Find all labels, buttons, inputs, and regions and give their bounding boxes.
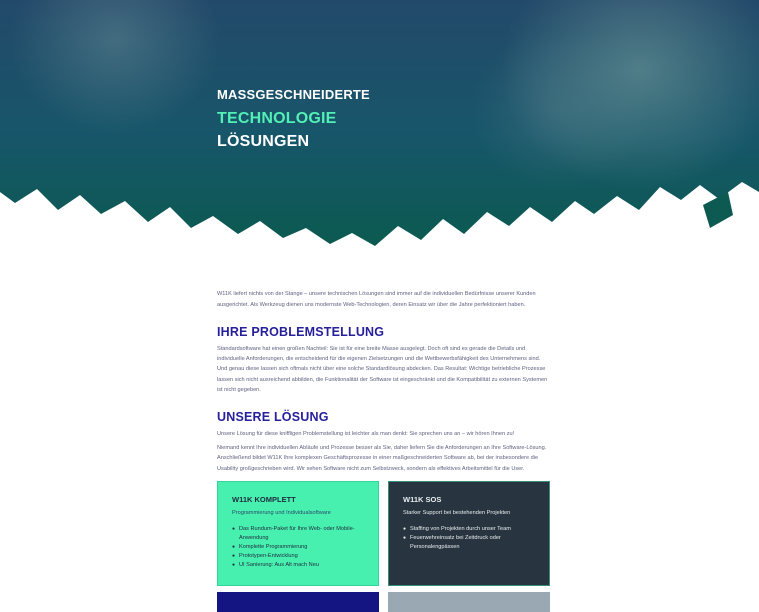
list-item: Staffing von Projekten durch unser Team — [403, 525, 535, 534]
solution-heading: UNSERE LÖSUNG — [217, 410, 329, 425]
card-subtitle: Programmierung und Individualsoftware — [232, 510, 331, 516]
list-item: Das Rundum-Paket für Ihre Web- oder Mobi… — [232, 525, 364, 543]
main-content: W11K liefert nichts von der Stange – uns… — [217, 289, 552, 474]
hero-line-technologie: TECHNOLOGIE — [217, 110, 337, 127]
hero-background — [0, 0, 759, 246]
card-title: W11K KOMPLETT — [232, 495, 296, 504]
card-subtitle: Starker Support bei bestehenden Projekte… — [403, 510, 511, 516]
intro-text: W11K liefert nichts von der Stange – uns… — [217, 291, 536, 308]
list-item: Feuerwehreinsatz bei Zeitdruck oder Pers… — [403, 534, 535, 552]
card-w11k-sos[interactable]: W11K SOS Starker Support bei bestehenden… — [388, 481, 550, 586]
list-item: Prototypen-Entwicklung — [232, 552, 364, 561]
hero-line-loesungen: LÖSUNGEN — [217, 133, 310, 150]
card-title: W11K SOS — [403, 495, 442, 504]
solution-text-2: Niemand kennt Ihre individuellen Abläufe… — [217, 445, 547, 472]
hero-headline: MASSGESCHNEIDERTE TECHNOLOGIE LÖSUNGEN — [217, 86, 370, 153]
list-item: UI Sanierung: Aus Alt mach Neu — [232, 561, 364, 570]
problem-text: Standardsoftware hat einen großen Nachte… — [217, 346, 548, 393]
card-partial-blue[interactable] — [217, 592, 379, 612]
problem-heading: IHRE PROBLEMSTELLUNG — [217, 325, 385, 339]
hero-banner: MASSGESCHNEIDERTE TECHNOLOGIE LÖSUNGEN — [0, 0, 759, 250]
card-w11k-komplett[interactable]: W11K KOMPLETT Programmierung und Individ… — [217, 481, 379, 586]
list-item: Komplette Programmierung — [232, 543, 364, 552]
hero-line-massgeschneiderte: MASSGESCHNEIDERTE — [217, 87, 370, 102]
solution-text-1: Unsere Lösung für diese kniffligen Probl… — [217, 431, 515, 438]
card-feature-list: Das Rundum-Paket für Ihre Web- oder Mobi… — [232, 525, 364, 570]
card-partial-grey[interactable] — [388, 592, 550, 612]
card-feature-list: Staffing von Projekten durch unser Team … — [403, 525, 535, 552]
